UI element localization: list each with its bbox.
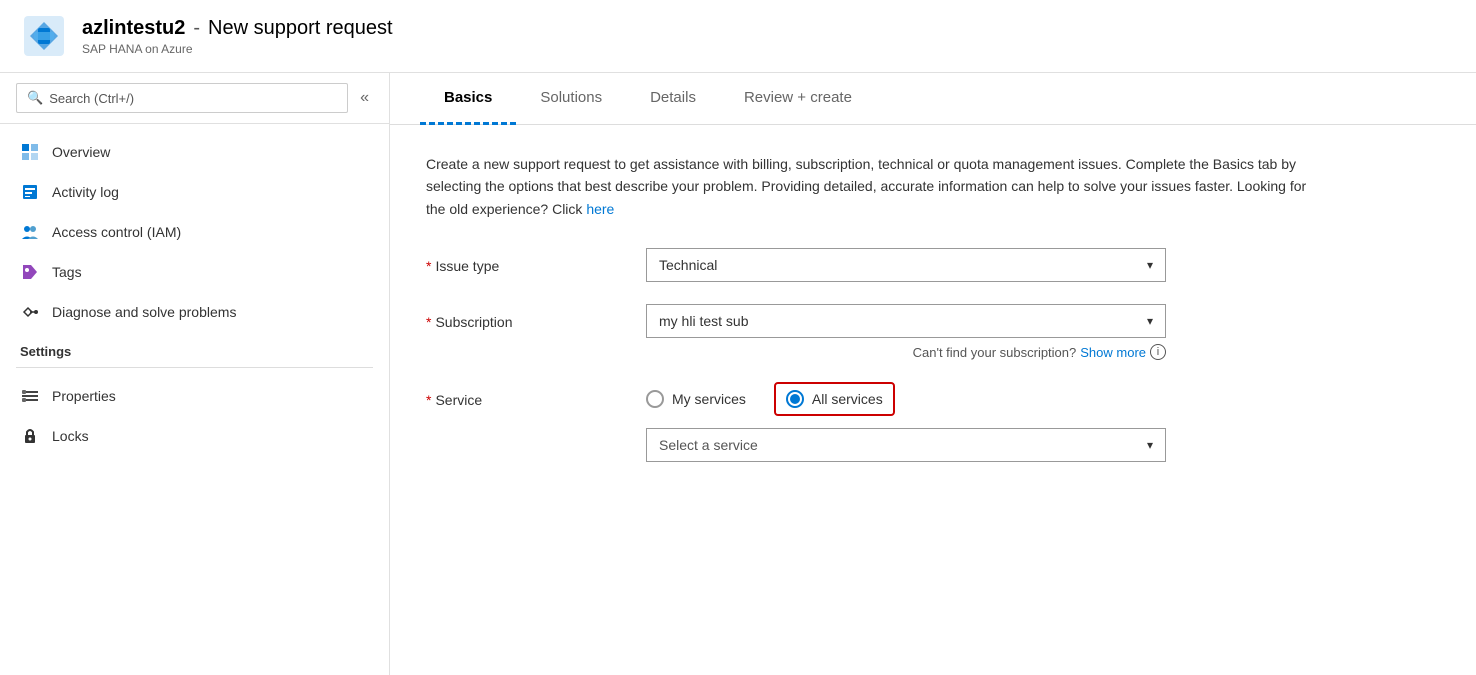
subscription-label-text: Subscription <box>435 314 512 330</box>
tab-solutions-label: Solutions <box>540 89 602 106</box>
header-dash: - <box>193 17 200 40</box>
sidebar-item-diagnose[interactable]: Diagnose and solve problems <box>0 292 389 332</box>
service-required: * <box>426 392 431 408</box>
header-page-title: New support request <box>208 17 393 40</box>
radio-all-services-label: All services <box>812 391 883 407</box>
settings-divider <box>16 367 373 368</box>
subscription-value: my hli test sub <box>659 313 748 329</box>
sidebar-item-diagnose-label: Diagnose and solve problems <box>52 304 236 320</box>
sidebar-item-activity-log[interactable]: Activity log <box>0 172 389 212</box>
activity-log-icon <box>20 182 40 202</box>
sidebar-search-area: 🔍 Search (Ctrl+/) « <box>0 73 389 124</box>
tab-bar: Basics Solutions Details Review + create <box>390 73 1476 125</box>
tab-solutions[interactable]: Solutions <box>516 73 626 125</box>
search-placeholder: Search (Ctrl+/) <box>49 91 134 106</box>
tags-icon <box>20 262 40 282</box>
properties-icon <box>20 386 40 406</box>
header-title-group: azlintestu2 - New support request SAP HA… <box>82 17 393 56</box>
sidebar-item-iam-label: Access control (IAM) <box>52 224 181 240</box>
sidebar-collapse-button[interactable]: « <box>356 85 373 111</box>
header-resource-name: azlintestu2 - New support request <box>82 17 393 40</box>
subscription-dropdown[interactable]: my hli test sub ▾ <box>646 304 1166 338</box>
search-icon: 🔍 <box>27 90 43 106</box>
overview-icon <box>20 142 40 162</box>
tab-basics-label: Basics <box>444 89 492 106</box>
tab-review-create-label: Review + create <box>744 89 852 106</box>
old-experience-link[interactable]: here <box>586 201 614 217</box>
form-area: Create a new support request to get assi… <box>390 125 1476 675</box>
locks-icon <box>20 426 40 446</box>
sidebar-item-activity-log-label: Activity log <box>52 184 119 200</box>
select-service-dropdown[interactable]: Select a service ▾ <box>646 428 1166 462</box>
issue-type-value: Technical <box>659 257 717 273</box>
service-row: * Service My services <box>426 382 1386 462</box>
sidebar-item-overview[interactable]: Overview <box>0 132 389 172</box>
select-service-placeholder: Select a service <box>659 437 758 453</box>
tab-review-create[interactable]: Review + create <box>720 73 876 125</box>
form-description-text: Create a new support request to get assi… <box>426 156 1306 217</box>
subscription-label: * Subscription <box>426 304 646 330</box>
resource-name-text: azlintestu2 <box>82 17 185 40</box>
issue-type-dropdown[interactable]: Technical ▾ <box>646 248 1166 282</box>
iam-icon <box>20 222 40 242</box>
service-label: * Service <box>426 382 646 408</box>
subscription-required: * <box>426 314 431 330</box>
select-service-chevron-icon: ▾ <box>1147 438 1153 452</box>
radio-my-services-input[interactable] <box>646 390 664 408</box>
form-description: Create a new support request to get assi… <box>426 153 1326 220</box>
sidebar-item-properties[interactable]: Properties <box>0 376 389 416</box>
service-label-text: Service <box>435 392 482 408</box>
subscription-chevron-icon: ▾ <box>1147 314 1153 328</box>
search-box[interactable]: 🔍 Search (Ctrl+/) <box>16 83 348 113</box>
header-subtitle: SAP HANA on Azure <box>82 42 393 56</box>
subscription-info-icon[interactable]: i <box>1150 344 1166 360</box>
sidebar-item-access-control[interactable]: Access control (IAM) <box>0 212 389 252</box>
issue-type-control: Technical ▾ <box>646 248 1386 282</box>
main-layout: 🔍 Search (Ctrl+/) « Overview Activity lo… <box>0 73 1476 675</box>
radio-all-services[interactable]: All services <box>786 390 883 408</box>
sidebar-item-tags[interactable]: Tags <box>0 252 389 292</box>
sidebar-item-properties-label: Properties <box>52 388 116 404</box>
subscription-hint-text: Can't find your subscription? <box>913 345 1077 360</box>
content-area: Basics Solutions Details Review + create… <box>390 73 1476 675</box>
radio-my-services[interactable]: My services <box>646 390 746 408</box>
resource-logo <box>20 12 68 60</box>
sidebar-item-overview-label: Overview <box>52 144 110 160</box>
issue-type-chevron-icon: ▾ <box>1147 258 1153 272</box>
service-control: My services All services Select a servic… <box>646 382 1386 462</box>
diagnose-icon <box>20 302 40 322</box>
all-services-highlight-box: All services <box>774 382 895 416</box>
radio-my-services-label: My services <box>672 391 746 407</box>
issue-type-label-text: Issue type <box>435 258 499 274</box>
sidebar: 🔍 Search (Ctrl+/) « Overview Activity lo… <box>0 73 390 675</box>
subscription-hint: Can't find your subscription? Show more … <box>646 344 1166 360</box>
show-more-link[interactable]: Show more <box>1080 345 1146 360</box>
issue-type-label: * Issue type <box>426 248 646 274</box>
radio-all-services-input[interactable] <box>786 390 804 408</box>
sidebar-nav: Overview Activity log <box>0 124 389 464</box>
settings-section-header: Settings <box>0 332 389 363</box>
service-radio-group: My services All services <box>646 382 1386 416</box>
issue-type-required: * <box>426 258 431 274</box>
subscription-control: my hli test sub ▾ Can't find your subscr… <box>646 304 1386 360</box>
issue-type-row: * Issue type Technical ▾ <box>426 248 1386 282</box>
page-header: azlintestu2 - New support request SAP HA… <box>0 0 1476 73</box>
sidebar-item-locks-label: Locks <box>52 428 89 444</box>
sidebar-item-locks[interactable]: Locks <box>0 416 389 456</box>
sidebar-item-tags-label: Tags <box>52 264 82 280</box>
tab-basics[interactable]: Basics <box>420 73 516 125</box>
tab-details-label: Details <box>650 89 696 106</box>
subscription-row: * Subscription my hli test sub ▾ Can't f… <box>426 304 1386 360</box>
tab-details[interactable]: Details <box>626 73 720 125</box>
